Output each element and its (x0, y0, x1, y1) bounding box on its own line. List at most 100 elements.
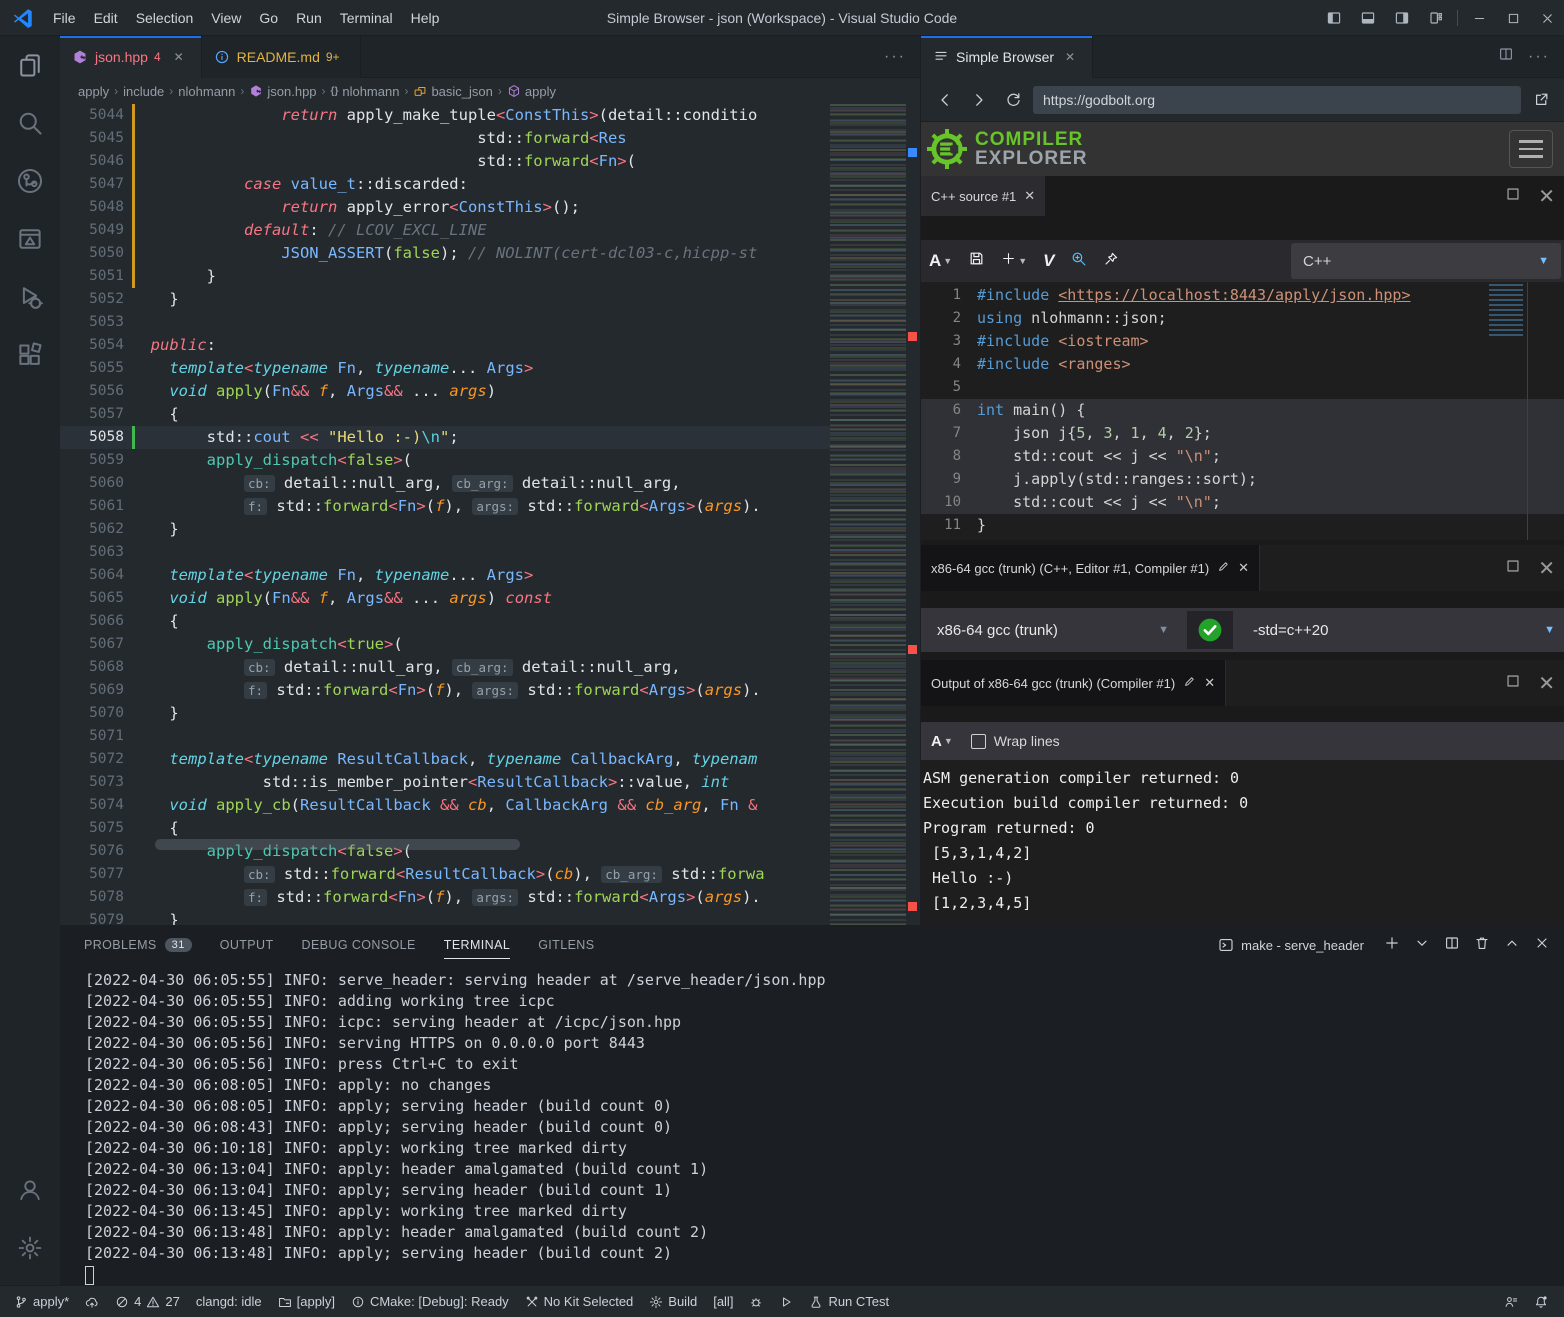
tab-readme-md[interactable]: README.md9+ (202, 36, 361, 78)
panel-tab-debug-console[interactable]: DEBUG CONSOLE (302, 926, 416, 964)
tab-json-hpp[interactable]: json.hpp4✕ (60, 36, 202, 78)
tab-simple-browser[interactable]: Simple Browser ✕ (921, 36, 1093, 78)
options-dropdown-icon[interactable]: ▼ (1544, 624, 1555, 636)
menu-run[interactable]: Run (287, 0, 331, 36)
close-icon[interactable]: ✕ (1204, 675, 1215, 691)
statusbar-cmake-kit[interactable]: No Kit Selected (517, 1286, 642, 1317)
terminal[interactable]: [2022-04-30 06:05:55] INFO: serve_header… (60, 970, 1564, 1286)
close-pane-icon[interactable]: ✕ (1538, 671, 1555, 696)
ce-scrollbar[interactable] (1527, 282, 1528, 540)
close-pane-icon[interactable]: ✕ (1538, 556, 1555, 581)
activitybar-cmake[interactable] (0, 210, 60, 268)
menu-help[interactable]: Help (402, 0, 449, 36)
compiler-select[interactable]: x86-64 gcc (trunk)▼ (929, 613, 1177, 647)
tab-cpp-source[interactable]: C++ source #1 ✕ (921, 176, 1045, 216)
chevron-up-icon[interactable] (1504, 935, 1520, 956)
url-input[interactable]: https://godbolt.org (1033, 86, 1521, 114)
close-icon[interactable]: ✕ (1024, 188, 1035, 204)
panel-tab-output[interactable]: OUTPUT (220, 926, 274, 964)
menu-view[interactable]: View (202, 0, 250, 36)
back-icon[interactable] (931, 86, 959, 114)
statusbar-sync[interactable] (77, 1286, 107, 1317)
breadcrumb-item-apply[interactable]: apply (78, 84, 109, 99)
panel-tab-problems[interactable]: PROBLEMS31 (84, 926, 192, 964)
trash-icon[interactable] (1474, 935, 1490, 956)
maximize-icon[interactable] (1496, 0, 1530, 36)
statusbar-launch-target[interactable] (771, 1286, 801, 1317)
activitybar-search[interactable] (0, 94, 60, 152)
layout-sidebar-right-icon[interactable] (1385, 0, 1419, 36)
close-icon[interactable]: ✕ (1238, 560, 1249, 576)
menu-selection[interactable]: Selection (127, 0, 203, 36)
editor-more-actions-icon[interactable]: ··· (884, 48, 906, 66)
statusbar-run-ctest[interactable]: Run CTest (801, 1286, 897, 1317)
statusbar-git-branch[interactable]: apply* (6, 1286, 77, 1317)
ce-minimap[interactable] (1489, 284, 1523, 336)
vim-mode-icon[interactable]: V (1043, 251, 1054, 271)
forward-icon[interactable] (965, 86, 993, 114)
statusbar-notifications[interactable] (1526, 1295, 1556, 1309)
open-external-icon[interactable] (1527, 86, 1555, 114)
statusbar-cmake-project[interactable]: [apply] (270, 1286, 343, 1317)
terminal-instance[interactable]: make - serve_header (1218, 937, 1364, 953)
minimap[interactable] (830, 104, 906, 925)
program-output[interactable]: ASM generation compiler returned: 0Execu… (921, 760, 1564, 925)
breadcrumb-item-json-hpp[interactable]: json.hpp (249, 84, 316, 99)
layout-sidebar-left-icon[interactable] (1317, 0, 1351, 36)
tab-output[interactable]: Output of x86-64 gcc (trunk) (Compiler #… (921, 660, 1226, 706)
split-editor-icon[interactable] (1498, 46, 1514, 67)
tab-compiler[interactable]: x86-64 gcc (trunk) (C++, Editor #1, Comp… (921, 545, 1260, 591)
breadcrumb-item-apply[interactable]: apply (507, 84, 556, 99)
ce-source-editor[interactable]: 1#include <https://localhost:8443/apply/… (921, 282, 1564, 540)
search-plus-icon[interactable] (1070, 250, 1087, 272)
breadcrumb-item-nlohmann[interactable]: nlohmann (178, 84, 235, 99)
activitybar-extensions[interactable] (0, 326, 60, 384)
statusbar-build-target[interactable]: [all] (705, 1286, 741, 1317)
compiler-options-input[interactable]: -std=c++20 (1243, 613, 1534, 647)
statusbar-cmake-status[interactable]: CMake: [Debug]: Ready (343, 1286, 517, 1317)
breadcrumb-item-include[interactable]: include (123, 84, 164, 99)
close-pane-icon[interactable]: ✕ (1538, 184, 1555, 209)
minimize-icon[interactable] (1462, 0, 1496, 36)
close-icon[interactable] (1534, 935, 1550, 956)
customize-layout-icon[interactable] (1419, 0, 1453, 36)
add-pane-button[interactable]: ▼ (1001, 251, 1027, 271)
edit-icon[interactable] (1183, 675, 1196, 691)
layout-panel-icon[interactable] (1351, 0, 1385, 36)
breadcrumb-item-nlohmann[interactable]: {}nlohmann (331, 84, 400, 99)
panel-tab-terminal[interactable]: TERMINAL (444, 926, 510, 964)
menu-file[interactable]: File (44, 0, 85, 36)
activitybar-run-debug[interactable] (0, 268, 60, 326)
save-icon[interactable] (968, 250, 985, 272)
chevron-down-icon[interactable] (1414, 935, 1430, 956)
maximize-pane-icon[interactable] (1504, 185, 1522, 208)
statusbar-debug-target[interactable] (741, 1286, 771, 1317)
statusbar-problems[interactable]: 427 (107, 1286, 188, 1317)
statusbar-cmake-build[interactable]: Build (641, 1286, 705, 1317)
horizontal-scrollbar[interactable] (155, 839, 520, 850)
maximize-pane-icon[interactable] (1504, 557, 1522, 580)
close-icon[interactable]: ✕ (169, 47, 189, 67)
cursor-jump-icon[interactable] (1103, 251, 1119, 272)
language-select[interactable]: C++▼ (1291, 243, 1561, 279)
font-size-button[interactable]: A▼ (931, 733, 953, 750)
edit-icon[interactable] (1217, 560, 1230, 576)
hamburger-menu-icon[interactable] (1509, 130, 1553, 168)
activitybar-account[interactable] (0, 1161, 60, 1219)
statusbar-feedback[interactable] (1496, 1295, 1526, 1309)
maximize-pane-icon[interactable] (1504, 672, 1522, 695)
menu-go[interactable]: Go (250, 0, 287, 36)
menu-edit[interactable]: Edit (85, 0, 127, 36)
reload-icon[interactable] (999, 86, 1027, 114)
panel-tab-gitlens[interactable]: GITLENS (538, 926, 594, 964)
statusbar-clangd-status[interactable]: clangd: idle (188, 1286, 270, 1317)
breadcrumb-item-basic-json[interactable]: basic_json (413, 84, 492, 99)
wrap-lines-checkbox[interactable] (971, 734, 986, 749)
close-icon[interactable]: ✕ (1060, 47, 1080, 67)
font-size-button[interactable]: A▼ (929, 251, 952, 271)
activitybar-settings-gear[interactable] (0, 1219, 60, 1277)
menu-terminal[interactable]: Terminal (331, 0, 402, 36)
plus-icon[interactable] (1384, 935, 1400, 956)
split-panel-icon[interactable] (1444, 935, 1460, 956)
code-editor[interactable]: 5044 return apply_make_tuple<ConstThis>(… (60, 104, 830, 925)
